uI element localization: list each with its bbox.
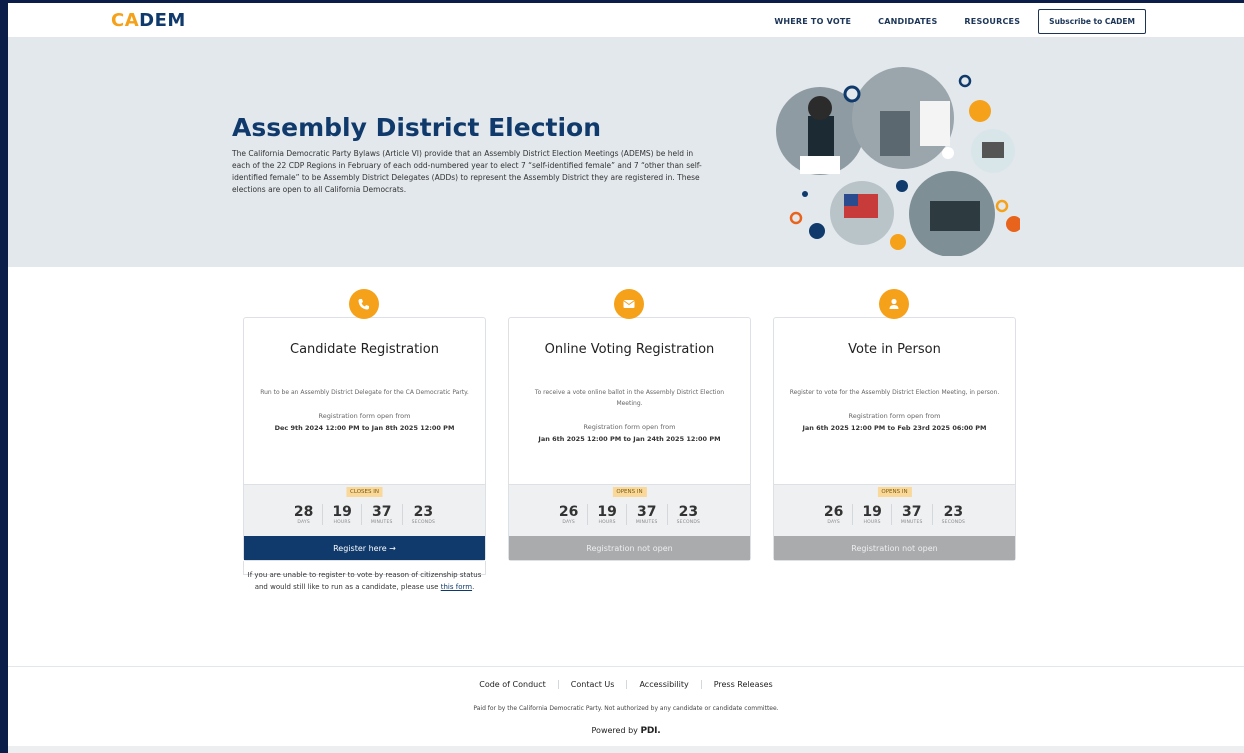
countdown: OPENS IN 26 DAYS 19 HOURS 37 MINUTES 23 SECO… (774, 484, 1015, 536)
seconds-label: SECONDS (676, 520, 701, 525)
seconds-label: SECONDS (941, 520, 966, 525)
footer-accessibility[interactable]: Accessibility (627, 680, 702, 689)
footer-contact-us[interactable]: Contact Us (559, 680, 628, 689)
footer-press-releases[interactable]: Press Releases (702, 680, 785, 689)
card-candidate-registration: Candidate Registration Run to be an Asse… (243, 289, 486, 593)
cadem-logo[interactable]: CADEM (111, 10, 186, 31)
this-form-link[interactable]: this form (441, 583, 472, 591)
card-description: Register to vote for the Assembly Distri… (789, 389, 1000, 396)
browser-page: CADEM WHERE TO VOTE CANDIDATES RESOURCES… (8, 3, 1244, 753)
register-here-button[interactable]: Register here → (244, 536, 485, 560)
nav-links: WHERE TO VOTE CANDIDATES RESOURCES Subsc… (747, 9, 1146, 34)
countdown-hours: 19 (862, 504, 882, 520)
registration-cards: Candidate Registration Run to be an Asse… (243, 289, 1038, 593)
envelope-icon (614, 289, 644, 319)
card-title: Candidate Registration (290, 342, 439, 357)
countdown-badge: OPENS IN (877, 487, 912, 497)
phone-icon (349, 289, 379, 319)
logo-dem: DEM (139, 10, 186, 31)
card-body: Online Voting Registration To receive a … (509, 318, 750, 484)
footer-code-of-conduct[interactable]: Code of Conduct (467, 680, 559, 689)
countdown: OPENS IN 26 DAYS 19 HOURS 37 MINUTES 23 SECO… (509, 484, 750, 536)
pdi-logo[interactable]: PDI. (640, 726, 660, 736)
countdown-days: 26 (558, 504, 579, 520)
hours-label: HOURS (333, 520, 351, 525)
card-online-voting-registration: Online Voting Registration To receive a … (508, 289, 751, 593)
card-panel: Vote in Person Register to vote for the … (773, 317, 1016, 561)
countdown-hours: 19 (597, 504, 617, 520)
days-label: DAYS (297, 520, 310, 525)
countdown-seconds: 23 (943, 504, 964, 520)
hours-label: HOURS (863, 520, 881, 525)
paid-for-disclaimer: Paid for by the California Democratic Pa… (473, 705, 779, 712)
minutes-label: MINUTES (370, 520, 393, 525)
registration-date-range: Jan 6th 2025 12:00 PM to Feb 23rd 2025 0… (802, 424, 987, 432)
seconds-label: SECONDS (411, 520, 436, 525)
subscribe-button[interactable]: Subscribe to CADEM (1038, 9, 1146, 34)
countdown-days: 28 (293, 504, 314, 520)
countdown-minutes: 37 (901, 504, 922, 520)
countdown-badge: CLOSES IN (346, 487, 383, 497)
card-body: Candidate Registration Run to be an Asse… (244, 318, 485, 484)
top-nav: CADEM WHERE TO VOTE CANDIDATES RESOURCES… (8, 3, 1244, 38)
note-end: . (472, 583, 475, 591)
hero-description: The California Democratic Party Bylaws (… (232, 149, 702, 194)
hours-label: HOURS (598, 520, 616, 525)
registration-date-range: Jan 6th 2025 12:00 PM to Jan 24th 2025 1… (538, 435, 721, 443)
person-icon (879, 289, 909, 319)
card-description: To receive a vote online ballot in the A… (534, 389, 725, 407)
card-panel: Candidate Registration Run to be an Asse… (243, 317, 486, 561)
footer-links: Code of Conduct Contact Us Accessibility… (8, 680, 1244, 689)
registration-date-range: Dec 9th 2024 12:00 PM to Jan 8th 2025 12… (274, 424, 455, 432)
card-body: Vote in Person Register to vote for the … (774, 318, 1015, 484)
countdown-badge: OPENS IN (612, 487, 647, 497)
registration-not-open-button: Registration not open (774, 536, 1015, 560)
countdown: CLOSES IN 28 DAYS 19 HOURS 37 MINUTES 23 SEC… (244, 484, 485, 536)
countdown-seconds: 23 (678, 504, 699, 520)
countdown-minutes: 37 (636, 504, 657, 520)
countdown-days: 26 (823, 504, 844, 520)
card-title: Online Voting Registration (544, 342, 715, 357)
powered-by: Powered by PDI. (8, 726, 1244, 736)
minutes-label: MINUTES (900, 520, 923, 525)
page-title: Assembly District Election (232, 113, 602, 142)
card-description: Run to be an Assembly District Delegate … (260, 389, 469, 396)
countdown-seconds: 23 (413, 504, 434, 520)
countdown-minutes: 37 (371, 504, 392, 520)
election-illustration (776, 67, 1020, 256)
countdown-hours: 19 (332, 504, 352, 520)
hero-section: Assembly District Election The Californi… (8, 38, 1244, 267)
minutes-label: MINUTES (635, 520, 658, 525)
logo-ca: CA (111, 10, 140, 31)
nav-where-to-vote[interactable]: WHERE TO VOTE (774, 17, 851, 26)
nav-resources[interactable]: RESOURCES (964, 17, 1020, 26)
days-label: DAYS (562, 520, 575, 525)
card-title: Vote in Person (848, 342, 941, 357)
registration-not-open-button: Registration not open (509, 536, 750, 560)
days-label: DAYS (827, 520, 840, 525)
registration-open-label: Registration form open from (848, 412, 941, 420)
nav-candidates[interactable]: CANDIDATES (878, 17, 937, 26)
registration-open-label: Registration form open from (318, 412, 411, 420)
registration-open-label: Registration form open from (583, 423, 676, 431)
powered-by-text: Powered by (591, 726, 638, 735)
bottom-shade (8, 746, 1244, 753)
footer: Code of Conduct Contact Us Accessibility… (8, 666, 1244, 753)
citizenship-note: If you are unable to register to vote by… (243, 569, 486, 593)
card-vote-in-person: Vote in Person Register to vote for the … (773, 289, 1016, 593)
card-panel: Online Voting Registration To receive a … (508, 317, 751, 561)
